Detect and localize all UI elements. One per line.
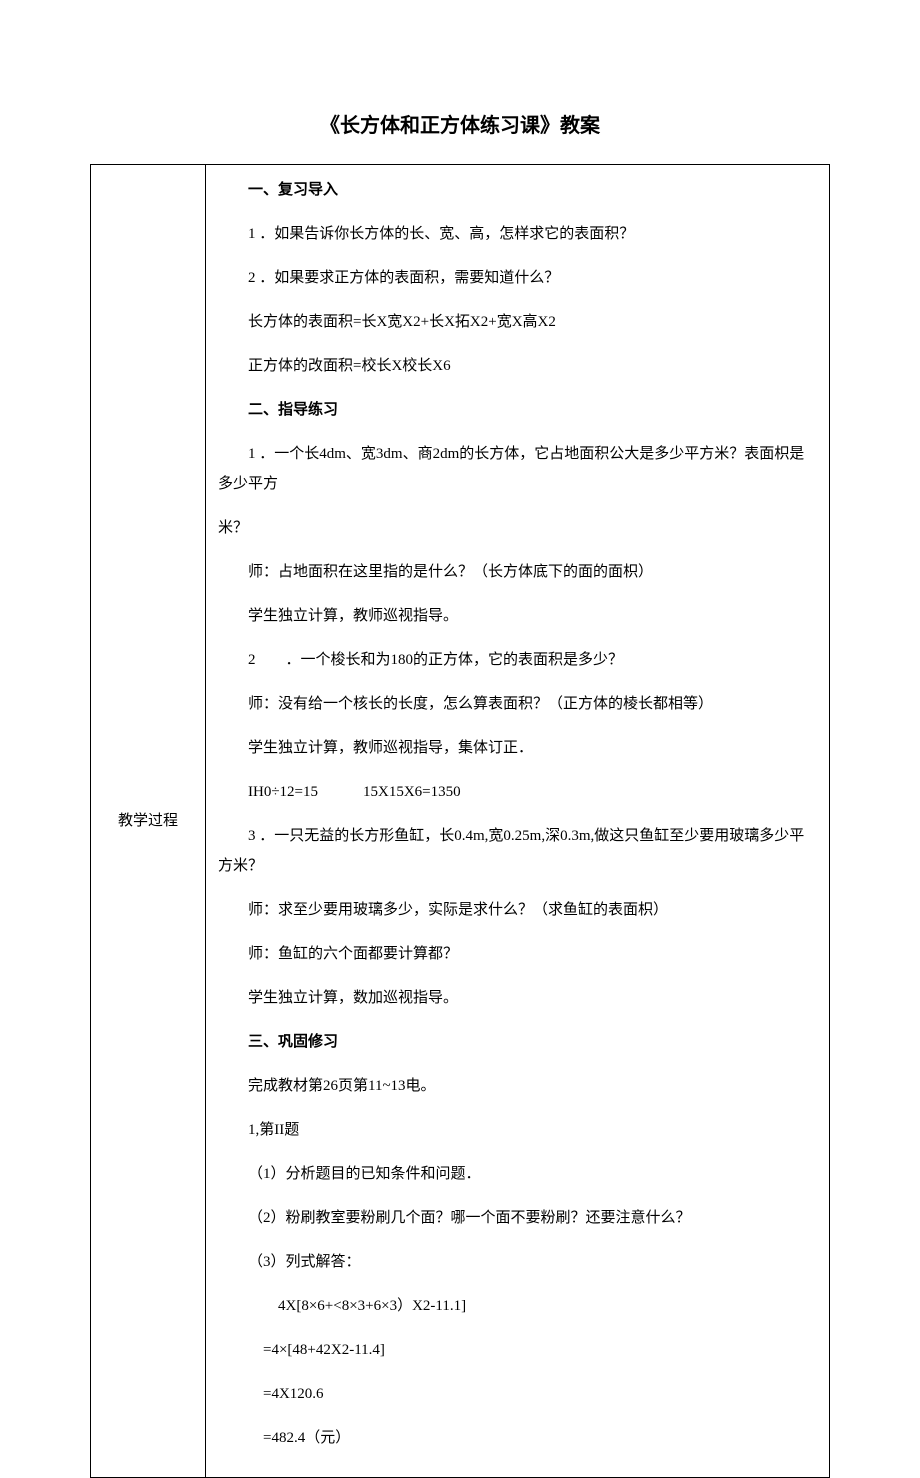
row-label-cell: 教学过程 <box>91 165 206 1478</box>
formula-line: =4X120.6 <box>218 1379 817 1409</box>
paragraph: （1）分析题目的已知条件和问题． <box>218 1159 817 1189</box>
paragraph: （2）粉刷教室要粉刷几个面？哪一个面不要粉刷？还要注意什么？ <box>218 1203 817 1233</box>
paragraph: 1 ．如果告诉你长方体的长、宽、高，怎样求它的表面积？ <box>218 219 817 249</box>
paragraph: 3 ．一只无益的长方形鱼缸，长0.4m,宽0.25m,深0.3m,做这只鱼缸至少… <box>218 821 817 881</box>
section-1-heading: 一、复习导入 <box>218 175 817 205</box>
paragraph: 学生独立计算，数加巡视指导。 <box>218 983 817 1013</box>
formula-line: 4X[8×6+<8×3+6×3）X2-11.1] <box>218 1291 817 1321</box>
lesson-plan-table: 教学过程 一、复习导入 1 ．如果告诉你长方体的长、宽、高，怎样求它的表面积？ … <box>90 164 830 1478</box>
paragraph: 完成教材第26页第11~13电。 <box>218 1071 817 1101</box>
paragraph: 1 ．一个长4dm、宽3dm、商2dm的长方体，它占地面积公大是多少平方米？表面… <box>218 439 817 499</box>
paragraph: 师：求至少要用玻璃多少，实际是求什么？（求鱼缸的表面枳） <box>218 895 817 925</box>
paragraph: 师：占地面积在这里指的是什么？（长方体底下的面的面枳） <box>218 557 817 587</box>
paragraph: 学生独立计算，教师巡视指导。 <box>218 601 817 631</box>
paragraph: 长方体的表面积=长X宽X2+长X拓X2+宽X高X2 <box>218 307 817 337</box>
section-3-heading: 三、巩固修习 <box>218 1027 817 1057</box>
formula-line: =4×[48+42X2-11.4] <box>218 1335 817 1365</box>
paragraph: 师：没有给一个核长的长度，怎么算表面积？（正方体的棱长都相等） <box>218 689 817 719</box>
row-label: 教学过程 <box>118 813 178 829</box>
paragraph: 2 ．一个梭长和为180的正方体，它的表面积是多少？ <box>218 645 817 675</box>
paragraph: IH0÷12=15 15X15X6=1350 <box>218 777 817 807</box>
paragraph-continuation: 米？ <box>218 513 817 543</box>
lesson-content-cell: 一、复习导入 1 ．如果告诉你长方体的长、宽、高，怎样求它的表面积？ 2 ．如果… <box>206 165 830 1478</box>
paragraph: 师：鱼缸的六个面都要计算都？ <box>218 939 817 969</box>
paragraph: 正方体的改面积=校长X校长X6 <box>218 351 817 381</box>
paragraph: 学生独立计算，教师巡视指导，集体订正． <box>218 733 817 763</box>
paragraph: （3）列式解答： <box>218 1247 817 1277</box>
section-2-heading: 二、指导练习 <box>218 395 817 425</box>
formula-line: =482.4（元） <box>218 1423 817 1453</box>
document-title: 《长方体和正方体练习课》教案 <box>90 110 830 142</box>
paragraph: 1,第II题 <box>218 1115 817 1145</box>
paragraph: 2 ．如果要求正方体的表面积，需要知道什么？ <box>218 263 817 293</box>
